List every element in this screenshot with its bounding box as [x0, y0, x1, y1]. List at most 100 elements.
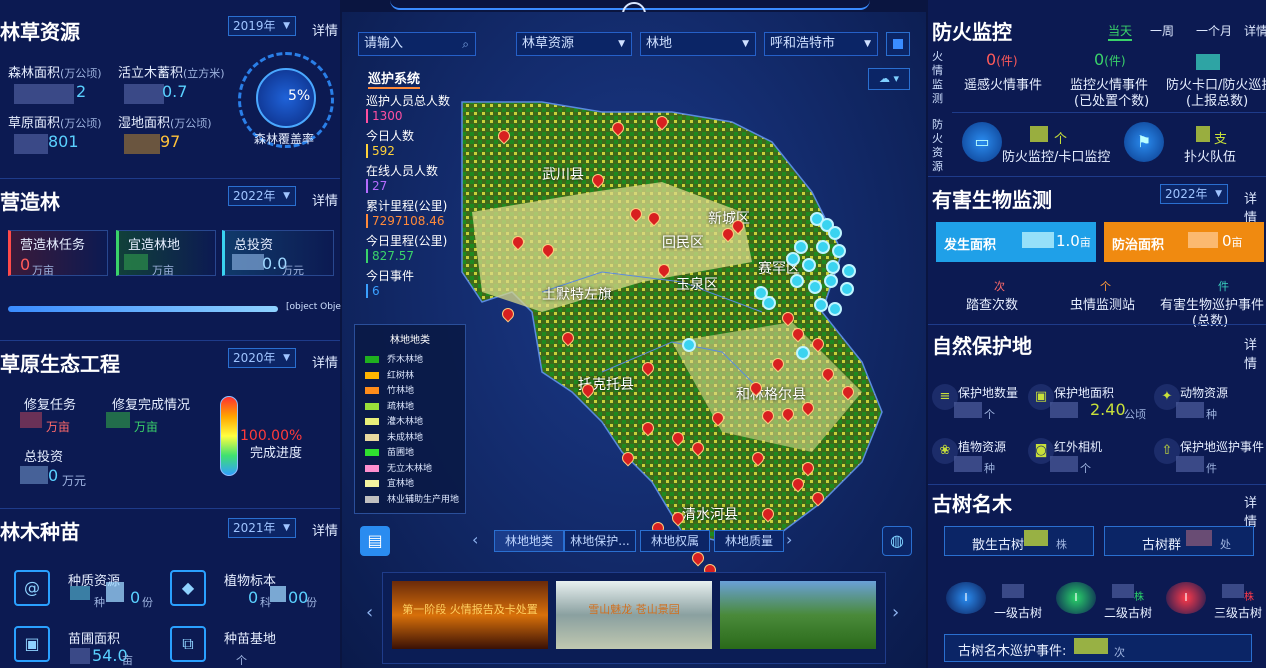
nature-more-link[interactable]: 详情	[1244, 334, 1266, 372]
map-tab[interactable]: 林地保护...	[564, 530, 636, 552]
layer-toggle-button[interactable]: ▤	[360, 526, 390, 556]
tabs-next-button[interactable]: ›	[786, 530, 792, 549]
tabs-prev-button[interactable]: ‹	[472, 530, 478, 549]
video-thumb-3[interactable]	[720, 581, 876, 649]
remote-label: 遥感火情事件	[964, 78, 1043, 93]
video-thumb-1[interactable]: 第一阶段 火情报告及卡处置	[392, 581, 548, 649]
monitor-marker-icon[interactable]	[828, 302, 842, 316]
legend-item: 苗圃地	[355, 445, 465, 461]
tree-event-label: 古树名木巡护事件:	[958, 644, 1067, 659]
patrol-title: 巡护系统	[368, 68, 421, 89]
monitor-marker-icon[interactable]	[832, 244, 846, 258]
monitor-marker-icon[interactable]	[828, 226, 842, 240]
coverage-value: 5%	[288, 88, 311, 104]
fullscreen-button[interactable]	[886, 32, 910, 56]
pest-more-link[interactable]: 详情	[1244, 188, 1266, 226]
afforest-progress-text: [object Obje	[286, 302, 341, 312]
afforest-year-select[interactable]: 2022年 ▼	[228, 186, 296, 206]
video-thumb-2[interactable]: 雪山魅龙 苍山景园	[556, 581, 712, 649]
monitor-marker-icon[interactable]	[840, 282, 854, 296]
legend-panel: 林地地类 乔木林地 红树林 竹林地 疏林地 灌木林地 未成林地 苗圃地 无立木林地 宜林地 林业辅…	[354, 324, 466, 514]
patrol-item-label: 巡护人员总人数	[366, 94, 451, 108]
station-label: 虫情监测站	[1070, 298, 1136, 313]
legend-swatch	[365, 356, 379, 363]
region-label: 回民区	[662, 235, 704, 251]
monitor-marker-icon[interactable]	[786, 252, 800, 266]
region-label: 武川县	[542, 167, 584, 183]
monitor-marker-icon[interactable]	[816, 240, 830, 254]
weather-button[interactable]: ☁ ▾	[868, 68, 910, 90]
monitor-marker-icon[interactable]	[802, 258, 816, 272]
patrol-item-value: 592	[366, 144, 466, 158]
chevron-down-icon: ▼	[283, 353, 290, 363]
seedling-more-link[interactable]: 详情	[312, 520, 338, 539]
monitor-marker-icon[interactable]	[796, 346, 810, 360]
trees-title: 古树名木	[932, 492, 1012, 516]
germplasm-unit2: 份	[142, 596, 153, 609]
legend-item: 乔木林地	[355, 352, 465, 368]
legend-label: 竹林地	[387, 386, 415, 396]
blurred-value	[1222, 584, 1244, 598]
fire-period-tab[interactable]: 一周	[1150, 22, 1174, 39]
repair-task-unit: 万亩	[46, 420, 71, 434]
map-search-input[interactable]: 请输入 ⌕	[358, 32, 476, 56]
grassland-year-select[interactable]: 2020年 ▼	[228, 348, 296, 368]
forest-year-select[interactable]: 2019年 ▼	[228, 16, 296, 36]
germplasm-icon: @	[14, 570, 50, 606]
afforest-more-link[interactable]: 详情	[312, 190, 338, 209]
monitor-marker-icon[interactable]	[826, 260, 840, 274]
map-filter-type[interactable]: 林地 ▼	[640, 32, 756, 56]
tree-event-unit: 次	[1114, 646, 1125, 659]
map-tab[interactable]: 林地质量	[714, 530, 784, 552]
group-label: 古树群	[1142, 538, 1182, 553]
base-label: 种苗基地	[224, 632, 277, 647]
divider	[928, 484, 1266, 485]
monitor-marker-icon[interactable]	[842, 264, 856, 278]
seedling-year-select[interactable]: 2021年 ▼	[228, 518, 296, 538]
afforest-progress-bar	[8, 306, 278, 312]
monitor-marker-icon[interactable]	[824, 274, 838, 288]
globe-button[interactable]: ◍	[882, 526, 912, 556]
forest-more-link[interactable]: 详情	[312, 20, 338, 39]
monitor-marker-icon[interactable]	[762, 296, 776, 310]
legend-label: 疏林地	[387, 401, 415, 412]
grass-investment-value: 0	[48, 466, 59, 485]
legend-label: 灌木林地	[387, 417, 424, 427]
forest-title: 林草资源	[0, 20, 80, 44]
map-filter-city[interactable]: 呼和浩特市 ▼	[764, 32, 878, 56]
station-unit: 个	[1100, 280, 1111, 293]
pest-patrol-unit: 件	[1218, 280, 1229, 293]
map-tab[interactable]: 林地权属	[640, 530, 710, 552]
blurred-value	[1022, 232, 1054, 248]
tree-level-label: 三级古树	[1214, 606, 1263, 620]
grassland-more-link[interactable]: 详情	[312, 352, 338, 371]
video-prev-button[interactable]: ‹	[366, 602, 373, 623]
monitor-marker-icon[interactable]	[790, 274, 804, 288]
monitor-marker-icon[interactable]	[808, 280, 822, 294]
divider	[0, 340, 340, 341]
patrol-item-value: 27	[366, 179, 466, 193]
divider	[0, 178, 340, 179]
blurred-value	[270, 586, 286, 602]
fire-period-tab[interactable]: 一个月	[1196, 22, 1232, 39]
map-area[interactable]: 请输入 ⌕ 林草资源 ▼ 林地 ▼ 呼和浩特市 ▼ ☁ ▾ 巡护系统 巡护人员总人数 13…	[342, 12, 926, 668]
monitor-marker-icon[interactable]	[814, 298, 828, 312]
map-tab[interactable]: 林地地类	[494, 530, 564, 552]
map-filter-resource[interactable]: 林草资源 ▼	[516, 32, 632, 56]
monitor-marker-icon[interactable]	[682, 338, 696, 352]
left-panel: 林草资源 2019年 ▼ 详情 森林面积(万公顷) 2 活立木蓄积(立方米) 0.…	[0, 0, 341, 668]
blurred-value	[124, 134, 160, 154]
trees-more-link[interactable]: 详情	[1244, 492, 1266, 530]
fire-period-tab[interactable]: 当天	[1108, 22, 1133, 41]
video-next-button[interactable]: ›	[892, 602, 899, 623]
nature-item-unit: 个	[1080, 462, 1091, 475]
wetland-area-label: 湿地面积(万公顷)	[118, 116, 212, 131]
patrol-list: 巡护人员总人数 1300 今日人数 592 在线人员人数 27 累计里程(公里) 729710…	[366, 92, 466, 298]
patrol-item-label: 在线人员人数	[366, 164, 439, 178]
legend-label: 乔木林地	[387, 355, 424, 365]
fire-period-tab[interactable]: 详情	[1244, 22, 1266, 39]
right-panel: 防火监控 当天 一周 一个月 详情 火情监测 0(件) 遥感火情事件 0(件) 监控火…	[928, 0, 1266, 668]
base-unit: 个	[236, 654, 247, 667]
blurred-value	[1074, 638, 1108, 654]
pest-year-select[interactable]: 2022年 ▼	[1160, 184, 1228, 204]
